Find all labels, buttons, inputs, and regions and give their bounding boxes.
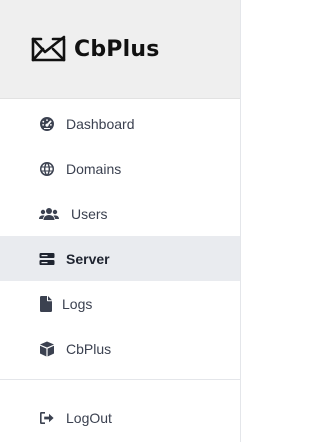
users-icon: [39, 206, 59, 222]
sidebar-item-label: Users: [71, 205, 108, 222]
sidebar-item-label: Logs: [62, 295, 93, 312]
sidebar-item-dashboard[interactable]: Dashboard: [0, 101, 240, 146]
gauge-icon: [39, 116, 55, 132]
logout-button[interactable]: LogOut: [0, 395, 240, 440]
divider: [0, 379, 240, 380]
envelope-check-logo: [31, 35, 66, 62]
sidebar-item-domains[interactable]: Domains: [0, 146, 240, 191]
sidebar-item-cbplus[interactable]: CbPlus: [0, 326, 240, 371]
sidebar-item-label: Server: [66, 250, 110, 267]
sidebar-item-users[interactable]: Users: [0, 191, 240, 236]
sidebar-nav: Dashboard Domains Users Server Logs CbPl…: [0, 99, 240, 371]
file-icon: [40, 295, 52, 312]
sidebar-item-logs[interactable]: Logs: [0, 281, 240, 326]
brand-header[interactable]: CbPlus: [0, 0, 240, 99]
sidebar-item-label: Dashboard: [66, 115, 135, 132]
brand-name: CbPlus: [74, 36, 160, 62]
cube-icon: [39, 341, 55, 357]
sidebar: CbPlus Dashboard Domains Users Server Lo…: [0, 0, 241, 442]
sidebar-item-label: Domains: [66, 160, 122, 177]
sidebar-item-label: CbPlus: [66, 340, 112, 357]
server-icon: [39, 251, 55, 267]
sign-out-icon: [39, 410, 55, 426]
logout-label: LogOut: [66, 409, 112, 426]
globe-icon: [39, 161, 55, 177]
sidebar-item-server[interactable]: Server: [0, 236, 240, 281]
